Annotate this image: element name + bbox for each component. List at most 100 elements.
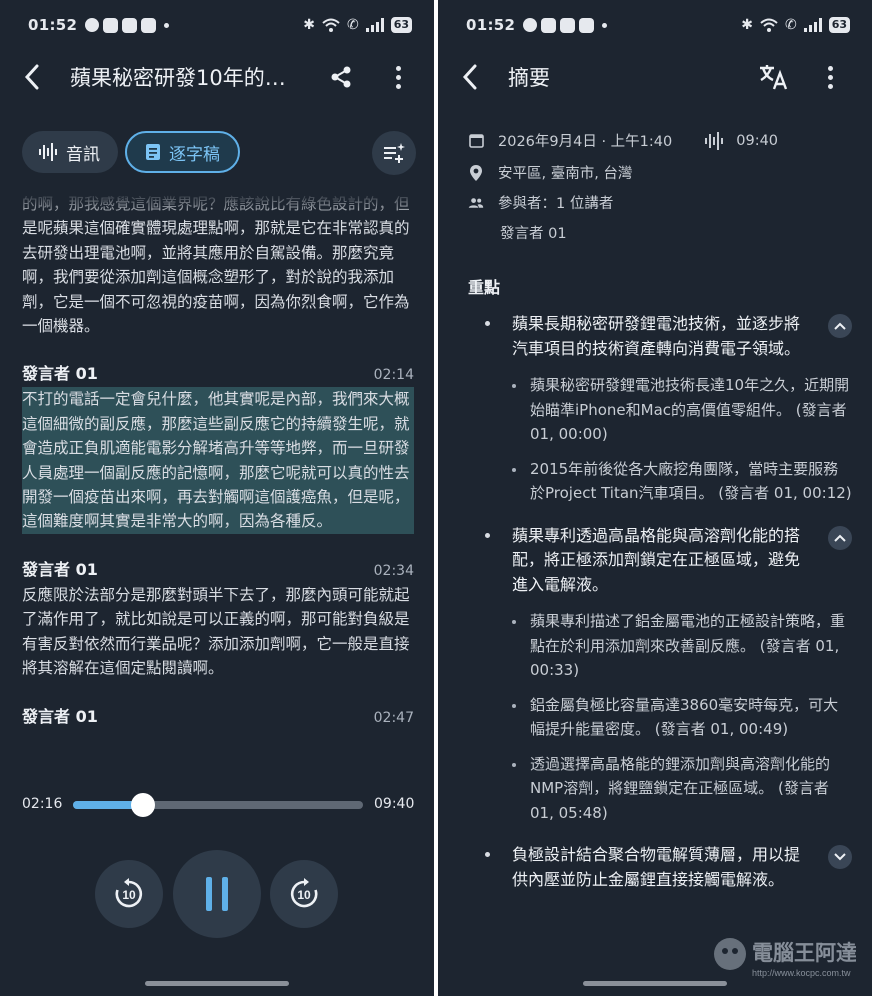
pause-button[interactable] (173, 850, 261, 938)
chevron-down-icon (834, 853, 846, 861)
chevron-up-icon (834, 534, 846, 542)
key-point-detail: 蘋果專利描述了鋁金屬電池的正極設計策略，重點在於利用添加劑來改善副反應。 (發言… (512, 609, 852, 683)
back-button[interactable] (20, 62, 44, 92)
more-options-button[interactable] (818, 62, 842, 92)
speaker-label: 發言者 01 (22, 706, 98, 726)
key-points-heading: 重點 (468, 278, 501, 297)
document-icon (145, 143, 161, 161)
seek-bar-thumb[interactable] (130, 793, 155, 817)
messenger-notification-icon (122, 17, 138, 33)
wifi-icon (760, 18, 778, 32)
key-point-text: 蘋果長期秘密研發鋰電池技術，並逐步將汽車項目的技術資產轉向消費電子領域。 (512, 314, 801, 358)
status-time: 01:52 (466, 16, 516, 34)
signal-icon (365, 18, 384, 32)
collapse-button[interactable] (828, 314, 852, 338)
wifi-icon (322, 18, 340, 32)
top-app-bar: 蘋果秘密研發10年的… (0, 52, 434, 102)
transcript-screen: 01:52 ✱ ✆ 63 蘋果秘密研發10年的… 音訊 逐字稿 是呢蘋果這個確實… (0, 0, 434, 996)
watermark-url: http://www.kocpc.com.tw (752, 968, 851, 978)
segment-timestamp[interactable]: 02:14 (374, 367, 414, 383)
top-app-bar: 摘要 (438, 52, 872, 102)
ai-summary-button[interactable] (372, 131, 416, 175)
bluetooth-icon: ✱ (741, 17, 753, 33)
tab-transcript[interactable]: 逐字稿 (125, 131, 240, 173)
tab-audio[interactable]: 音訊 (22, 131, 118, 173)
skip-forward-seconds: 10 (297, 888, 311, 902)
key-point-item[interactable]: 蘋果專利透過高晶格能與高溶劑化能的搭配，將正極添加劑鎖定在正極區域，避免進入電解… (468, 524, 852, 826)
chat-notification-icon (85, 18, 100, 32)
chat-notification-icon (523, 18, 538, 32)
recording-date: 2026年9月4日 · 上午1:40 (498, 134, 673, 150)
participant-name: 發言者 01 (500, 226, 567, 242)
playback-duration: 09:40 (374, 796, 415, 812)
back-button[interactable] (458, 62, 482, 92)
telegram-notification-icon (141, 17, 157, 33)
battery-indicator: 63 (390, 17, 412, 33)
key-point-item[interactable]: 蘋果長期秘密研發鋰電池技術，並逐步將汽車項目的技術資產轉向消費電子領域。蘋果秘密… (468, 312, 852, 506)
pause-icon (206, 877, 212, 911)
people-icon (468, 195, 484, 211)
call-icon: ✆ (784, 17, 797, 33)
expand-button[interactable] (828, 845, 852, 869)
transcript-list[interactable]: 的啊，那我感覺這個業界呢？應該說比有綠色設計的，但是呢蘋果這個確實體現處理點啊，… (22, 192, 414, 754)
transcript-paragraph-active: 不打的電話一定會兒什麼，他其實呢是內部，我們來大概這個細微的副反應，那麼這些副反… (22, 387, 414, 534)
location-pin-icon (468, 164, 484, 181)
speaker-label: 發言者 01 (22, 559, 98, 579)
forward-10-icon: 10 (290, 878, 318, 908)
waveform-icon (38, 143, 58, 161)
key-point-detail: 透過選擇高晶格能的鋰添加劑與高溶劑化能的NMP溶劑，將鋰鹽鎖定在正極區域。 (發… (512, 752, 852, 826)
rewind-10-button[interactable]: 10 (95, 860, 163, 928)
tab-audio-label: 音訊 (66, 144, 100, 165)
share-icon (331, 66, 351, 88)
speaker-label: 發言者 01 (22, 364, 98, 384)
replay-10-icon: 10 (115, 878, 143, 908)
participants-row: 參與者：1 位講者 (468, 192, 613, 213)
site-watermark-logo: 電腦王阿達 http://www.kocpc.com.tw (714, 938, 856, 978)
status-time: 01:52 (28, 16, 78, 34)
skip-back-seconds: 10 (122, 888, 136, 902)
messenger-notification-icon (541, 17, 557, 33)
list-sparkle-icon (384, 143, 405, 163)
key-point-detail: 2015年前後從各大廠挖角團隊，當時主要服務於Project Titan汽車項目… (512, 457, 852, 506)
gesture-nav-handle[interactable] (583, 981, 727, 986)
recording-location-row: 安平區, 臺南市, 台灣 (468, 162, 632, 183)
back-arrow-icon (462, 64, 477, 90)
key-points-list: 蘋果長期秘密研發鋰電池技術，並逐步將汽車項目的技術資產轉向消費電子領域。蘋果秘密… (468, 312, 852, 892)
key-point-text: 負極設計結合聚合物電解質薄層，用以提供內壓並防止金屬鋰直接接觸電解液。 (512, 845, 801, 889)
key-point-detail: 鋁金屬負極比容量高達3860毫安時每克，可大幅提升能量密度。 (發言者 01, … (512, 693, 852, 742)
segment-timestamp[interactable]: 02:34 (374, 563, 414, 579)
segment-timestamp[interactable]: 02:47 (374, 710, 414, 726)
more-options-button[interactable] (386, 62, 410, 92)
recording-location: 安平區, 臺南市, 台灣 (498, 166, 633, 182)
tab-transcript-label: 逐字稿 (169, 144, 220, 165)
bluetooth-icon: ✱ (303, 17, 315, 33)
transcript-segment[interactable]: 發言者 01 02:34 反應限於法部分是那麼對頭半下去了，那麼內頭可能就起了滿… (22, 556, 414, 681)
translate-button[interactable] (756, 60, 790, 94)
transcript-segment[interactable]: 發言者 01 02:14 不打的電話一定會兒什麼，他其實呢是內部，我們來大概這個… (22, 360, 414, 534)
call-icon: ✆ (346, 17, 359, 33)
chevron-up-icon (834, 322, 846, 330)
transcript-paragraph: 反應限於法部分是那麼對頭半下去了，那麼內頭可能就起了滿作用了，就比如說是可以正義… (22, 585, 410, 678)
playback-position: 02:16 (22, 796, 63, 812)
telegram-notification-icon (579, 17, 595, 33)
back-arrow-icon (24, 64, 39, 90)
key-point-detail: 蘋果秘密研發鋰電池技術長達10年之久，近期開始瞄準iPhone和Mac的高價值零… (512, 373, 852, 447)
key-point-item[interactable]: 負極設計結合聚合物電解質薄層，用以提供內壓並防止金屬鋰直接接觸電解液。 (468, 843, 852, 892)
key-point-details: 蘋果專利描述了鋁金屬電池的正極設計策略，重點在於利用添加劑來改善副反應。 (發言… (512, 609, 852, 825)
transcript-segment[interactable]: 發言者 01 02:47 (22, 703, 414, 727)
seek-bar[interactable] (73, 793, 363, 817)
gesture-nav-handle[interactable] (145, 981, 289, 986)
messenger-notification-icon (103, 17, 119, 33)
page-title: 蘋果秘密研發10年的… (70, 66, 286, 90)
status-bar: 01:52 ✱ ✆ 63 (466, 12, 850, 38)
status-bar: 01:52 ✱ ✆ 63 (28, 12, 412, 38)
messenger-notification-icon (560, 17, 576, 33)
collapse-button[interactable] (828, 525, 852, 550)
share-button[interactable] (326, 62, 356, 92)
calendar-icon (468, 133, 484, 149)
forward-10-button[interactable]: 10 (270, 860, 338, 928)
waveform-icon (704, 131, 724, 150)
more-notifications-icon (602, 22, 608, 28)
participants-count: 參與者：1 位講者 (498, 196, 614, 212)
page-title: 摘要 (508, 66, 550, 90)
